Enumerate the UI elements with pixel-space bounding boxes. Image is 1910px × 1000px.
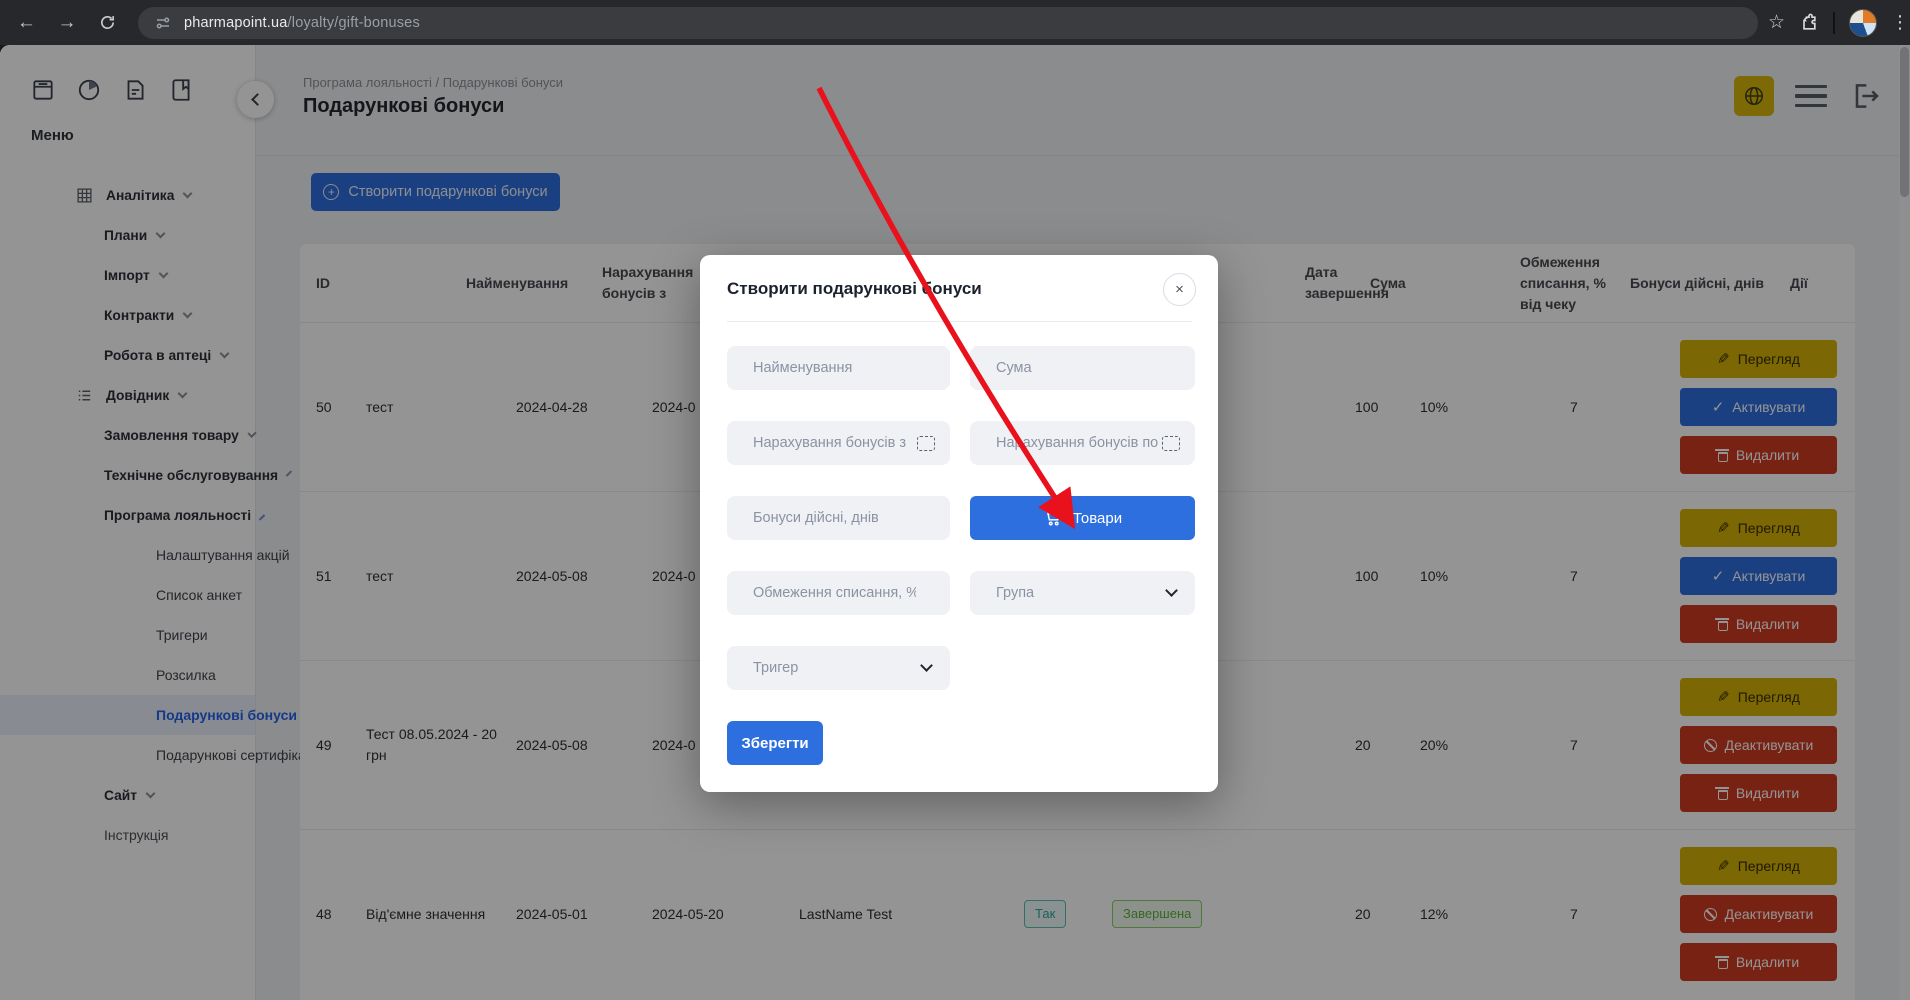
browser-toolbar: ← → pharmapoint.ua/loyalty/gift-bonuses … bbox=[0, 0, 1910, 45]
menu-dots-icon[interactable]: ⋮ bbox=[1891, 12, 1910, 33]
url-bar[interactable]: pharmapoint.ua/loyalty/gift-bonuses bbox=[138, 7, 1758, 39]
modal-divider bbox=[727, 321, 1192, 322]
extensions-puzzle-icon[interactable] bbox=[1799, 13, 1819, 33]
date-picker-icon[interactable] bbox=[1162, 436, 1180, 451]
date-picker-icon[interactable] bbox=[917, 436, 935, 451]
modal-field[interactable] bbox=[727, 646, 950, 690]
modal-field[interactable] bbox=[727, 421, 950, 465]
save-button[interactable]: Зберегти bbox=[727, 721, 823, 765]
field-input[interactable] bbox=[727, 571, 950, 615]
modal-title: Створити подарункові бонуси bbox=[727, 279, 1192, 299]
url-text: pharmapoint.ua/loyalty/gift-bonuses bbox=[184, 15, 420, 31]
products-button-label: Товари bbox=[1073, 510, 1122, 527]
field-input[interactable] bbox=[970, 346, 1195, 390]
field-input[interactable] bbox=[727, 646, 950, 690]
modal-field[interactable] bbox=[727, 496, 950, 540]
modal-field[interactable] bbox=[970, 346, 1195, 390]
modal-form: Товари bbox=[727, 346, 1192, 690]
app-page: Меню Аналітика bbox=[0, 45, 1910, 1000]
modal-field[interactable]: Товари bbox=[970, 496, 1195, 540]
url-domain: pharmapoint.ua bbox=[184, 15, 288, 31]
url-path: /loyalty/gift-bonuses bbox=[288, 15, 420, 31]
modal-field[interactable] bbox=[727, 571, 950, 615]
create-gift-bonuses-modal: Створити подарункові бонуси × bbox=[700, 255, 1218, 792]
cart-icon bbox=[1043, 508, 1063, 528]
close-icon: × bbox=[1175, 281, 1184, 298]
reload-icon[interactable] bbox=[91, 6, 124, 40]
field-input[interactable] bbox=[727, 496, 950, 540]
modal-field[interactable] bbox=[970, 421, 1195, 465]
profile-avatar[interactable] bbox=[1849, 9, 1877, 37]
modal-field[interactable] bbox=[970, 571, 1195, 615]
back-icon[interactable]: ← bbox=[10, 6, 43, 40]
field-input[interactable] bbox=[970, 571, 1195, 615]
field-input[interactable] bbox=[727, 346, 950, 390]
forward-icon[interactable]: → bbox=[51, 6, 84, 40]
reload-glyph bbox=[99, 14, 116, 31]
bookmark-star-icon[interactable]: ☆ bbox=[1768, 11, 1785, 34]
site-info-icon[interactable] bbox=[154, 14, 172, 32]
modal-close-button[interactable]: × bbox=[1163, 273, 1196, 306]
modal-field[interactable] bbox=[727, 346, 950, 390]
toolbar-separator bbox=[1833, 12, 1835, 34]
